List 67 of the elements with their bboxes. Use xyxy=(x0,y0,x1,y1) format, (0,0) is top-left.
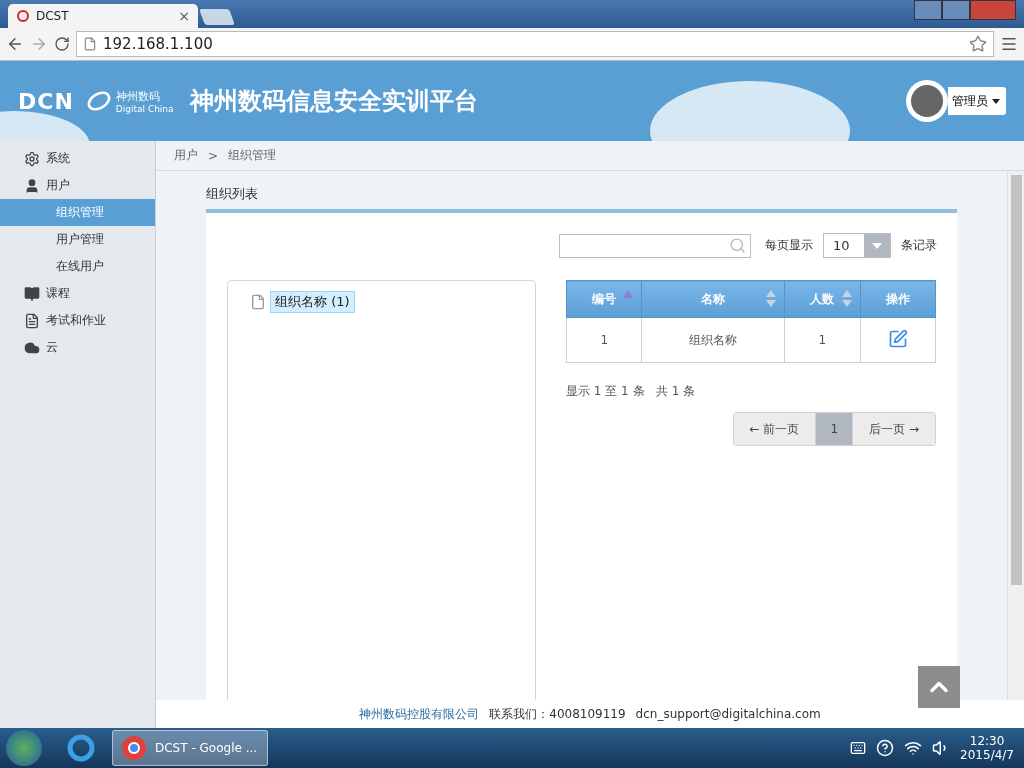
sidebar-item[interactable]: 云 xyxy=(0,334,155,361)
clock[interactable]: 12:30 2015/4/7 xyxy=(960,734,1014,762)
logo-icon xyxy=(85,90,112,112)
sidebar-icon xyxy=(24,177,40,194)
breadcrumb-separator: > xyxy=(208,148,219,163)
search-field[interactable] xyxy=(559,233,751,258)
tab-title: DCST xyxy=(36,9,70,23)
minimize-button[interactable] xyxy=(914,0,942,20)
page-icon xyxy=(83,37,97,51)
sidebar-icon xyxy=(24,285,40,302)
logo-text: DCN xyxy=(18,88,74,114)
sidebar-item[interactable]: 课程 xyxy=(0,280,155,307)
taskbar-task[interactable]: DCST - Google ... xyxy=(112,730,268,766)
maximize-button[interactable] xyxy=(942,0,970,20)
back-icon[interactable] xyxy=(6,35,24,53)
edit-icon[interactable] xyxy=(887,328,908,349)
per-page-suffix: 条记录 xyxy=(901,237,937,254)
sidebar-item[interactable]: 用户 xyxy=(0,172,155,199)
keyboard-icon[interactable] xyxy=(850,740,867,756)
user-menu-button[interactable]: 管理员 xyxy=(948,87,1006,115)
address-bar[interactable]: 192.168.1.100 xyxy=(76,31,994,57)
table-cell: 1 xyxy=(784,317,860,363)
table-cell: 1 xyxy=(566,317,642,363)
sidebar-subitem[interactable]: 用户管理 xyxy=(0,226,155,253)
support-email: dcn_support@digitalchina.com xyxy=(635,707,821,721)
start-button[interactable] xyxy=(6,730,42,766)
section-title: 组织列表 xyxy=(206,185,259,203)
sidebar-item[interactable]: 系统 xyxy=(0,145,155,172)
bookmark-star-icon[interactable] xyxy=(969,35,987,53)
caret-icon xyxy=(872,242,882,249)
chrome-icon xyxy=(121,735,147,761)
avatar-icon xyxy=(906,80,948,122)
scrollbar[interactable] xyxy=(1007,171,1024,700)
reload-icon[interactable] xyxy=(54,36,70,52)
sidebar-icon xyxy=(24,150,40,167)
breadcrumb-item[interactable]: 用户 xyxy=(174,147,198,164)
brand-name: 神州数码 xyxy=(115,88,161,104)
sidebar-subitem[interactable]: 在线用户 xyxy=(0,253,155,280)
back-to-top-button[interactable] xyxy=(918,666,960,708)
clock-date: 2015/4/7 xyxy=(960,748,1014,762)
site-icon xyxy=(16,9,30,23)
next-page-button[interactable]: 后一页 → xyxy=(852,413,935,445)
new-tab-button[interactable] xyxy=(199,9,235,25)
brand-subtitle: Digital China xyxy=(115,103,174,114)
sidebar-icon xyxy=(24,312,40,329)
table-cell: 组织名称 xyxy=(641,317,785,363)
browser-tab[interactable]: DCST × xyxy=(8,4,198,28)
per-page-label: 每页显示 xyxy=(765,237,813,254)
help-icon[interactable] xyxy=(876,739,895,757)
company-link[interactable]: 神州数码控股有限公司 xyxy=(359,705,480,723)
tree-node[interactable]: 组织名称 (1) xyxy=(270,291,355,313)
file-icon xyxy=(250,294,266,310)
caret-icon xyxy=(992,98,1000,104)
platform-title: 神州数码信息安全实训平台 xyxy=(189,86,478,117)
record-summary: 显示 1 至 1 条 共 1 条 xyxy=(566,383,697,400)
forward-icon[interactable] xyxy=(30,35,48,53)
page-button[interactable]: 1 xyxy=(815,413,853,445)
per-page-select[interactable]: 10 xyxy=(823,233,891,258)
previous-page-button[interactable]: ← 前一页 xyxy=(733,413,816,445)
contact-text: 联系我们：4008109119 xyxy=(489,705,626,723)
close-button[interactable] xyxy=(970,0,1016,20)
sidebar-item[interactable]: 考试和作业 xyxy=(0,307,155,334)
menu-icon[interactable] xyxy=(1000,35,1018,53)
tab-close-button[interactable]: × xyxy=(178,8,190,24)
breadcrumb-item: 组织管理 xyxy=(228,147,277,164)
wifi-icon[interactable] xyxy=(904,739,923,757)
clock-time: 12:30 xyxy=(969,734,1005,748)
